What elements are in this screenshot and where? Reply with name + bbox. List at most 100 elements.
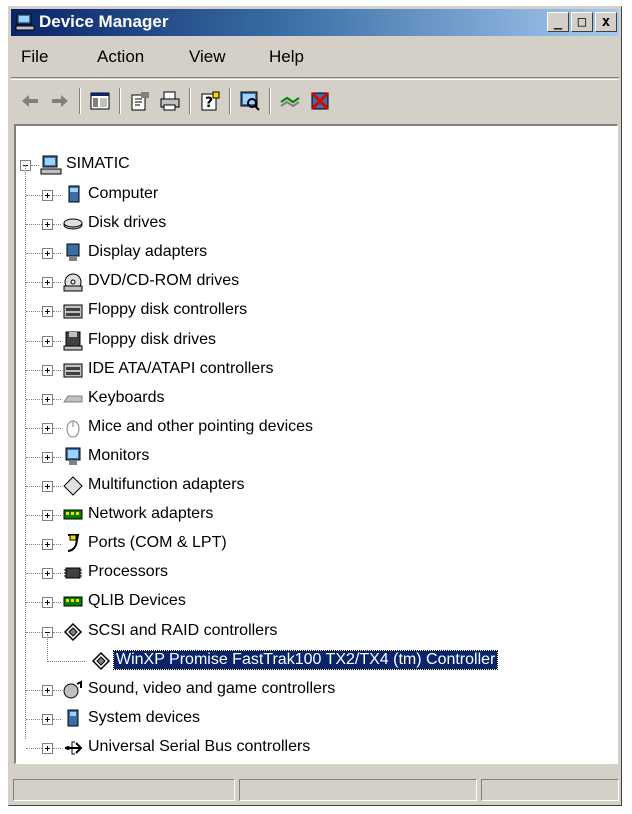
tree-connector [26, 195, 42, 197]
tree-connector [26, 718, 42, 721]
tree-connector [53, 282, 61, 284]
expand-expander[interactable] [42, 742, 53, 754]
maximize-button[interactable]: □ [571, 12, 593, 32]
scan-hardware-icon[interactable] [239, 90, 261, 112]
expand-expander[interactable] [42, 335, 53, 347]
close-button[interactable]: x [595, 12, 617, 32]
tree-category-row[interactable]: DVD/CD-ROM drives [16, 269, 616, 295]
tree-connector [26, 369, 42, 372]
menu-help[interactable]: Help [269, 47, 304, 67]
tree-connector [53, 398, 61, 401]
tree-connector [47, 660, 85, 663]
tree-category-label: Monitors [88, 446, 150, 464]
tree-connector [53, 340, 61, 343]
status-pane-1 [13, 779, 235, 801]
show-hide-console-tree-icon[interactable] [89, 90, 111, 112]
expand-expander[interactable] [42, 597, 53, 609]
properties-icon[interactable] [129, 90, 151, 112]
menu-action[interactable]: Action [97, 47, 144, 67]
tree-category-row[interactable]: Universal Serial Bus controllers [16, 735, 616, 761]
tree-category-row[interactable]: Network adapters [16, 502, 616, 528]
toolbar: ? [11, 79, 619, 122]
minimize-button[interactable]: _ [547, 12, 569, 32]
tree-connector [26, 456, 42, 459]
expand-expander[interactable] [42, 364, 53, 376]
tree-category-row[interactable]: System devices [16, 706, 616, 732]
expand-expander[interactable] [42, 510, 53, 522]
tree-category-row[interactable]: Processors [16, 560, 616, 586]
expand-expander[interactable] [42, 393, 53, 405]
port-icon [67, 534, 80, 553]
expand-expander[interactable] [42, 539, 53, 551]
tree-category-row[interactable]: Keyboards [16, 386, 616, 412]
tree-category-row[interactable]: Sound, video and game controllers [16, 677, 616, 703]
title-bar[interactable]: Device Manager _ □ x [11, 9, 619, 36]
tree-category-row[interactable]: Computer [16, 182, 616, 208]
tree-category-label: QLIB Devices [88, 592, 186, 610]
device-tree[interactable]: SIMATIC Computer Disk drives Display adapt… [14, 124, 618, 764]
tree-connector [26, 631, 42, 634]
display-adapter-icon [66, 243, 80, 262]
tree-connector [53, 253, 61, 255]
tree-category-row[interactable]: Ports (COM & LPT) [16, 531, 616, 557]
computer-root-icon [40, 155, 62, 175]
expand-expander[interactable] [42, 568, 53, 580]
expand-expander[interactable] [42, 713, 53, 725]
qlib-device-icon [63, 596, 83, 607]
expand-expander[interactable] [42, 422, 53, 434]
uninstall-icon[interactable] [309, 90, 331, 112]
cdrom-icon [63, 273, 83, 292]
print-icon[interactable] [159, 90, 181, 112]
forward-arrow-icon[interactable] [49, 90, 71, 112]
tree-category-label: Universal Serial Bus controllers [88, 737, 311, 755]
tree-connector [53, 573, 61, 575]
tree-connector [53, 544, 61, 546]
expand-expander[interactable] [42, 190, 53, 201]
expand-expander[interactable] [42, 481, 53, 492]
tree-category-row[interactable]: IDE ATA/ATAPI controllers [16, 357, 616, 383]
toolbar-separator [79, 88, 81, 114]
toolbar-separator [269, 88, 271, 114]
tree-category-row[interactable]: QLIB Devices [16, 589, 616, 615]
tree-category-row[interactable]: Display adapters [16, 240, 616, 266]
back-arrow-icon[interactable] [19, 90, 41, 112]
tree-device-row[interactable]: WinXP Promise FastTrak100 TX2/TX4 (tm) C… [16, 633, 616, 674]
tree-connector [26, 486, 42, 488]
tree-category-row[interactable]: Floppy disk drives [16, 328, 616, 354]
expand-expander[interactable] [42, 306, 53, 318]
device-manager-app-icon [15, 13, 35, 31]
tree-connector [26, 224, 42, 226]
tree-category-label: Floppy disk controllers [88, 301, 248, 319]
tree-connector [53, 631, 61, 634]
expand-expander[interactable] [42, 684, 53, 696]
menu-file[interactable]: File [21, 47, 48, 67]
tree-connector [53, 718, 61, 721]
tree-category-label: Disk drives [88, 214, 167, 232]
tree-category-row[interactable]: Monitors [16, 444, 616, 470]
tree-category-label: Network adapters [88, 505, 214, 523]
window-title: Device Manager [39, 12, 169, 31]
tree-root-row[interactable]: SIMATIC [16, 152, 616, 178]
tree-category-row[interactable]: Mice and other pointing devices [16, 415, 616, 441]
expand-expander[interactable] [42, 248, 53, 260]
processor-icon [64, 567, 82, 579]
tree-connector [53, 456, 61, 459]
tree-category-row[interactable]: Multifunction adapters [16, 473, 616, 499]
tree-connector [53, 747, 61, 750]
update-driver-icon[interactable] [279, 90, 301, 112]
keyboard-icon [63, 395, 83, 403]
tree-category-row[interactable]: Disk drives [16, 211, 616, 237]
help-icon[interactable]: ? [199, 90, 221, 112]
svg-text:?: ? [205, 95, 213, 111]
expand-expander[interactable] [42, 451, 53, 463]
tree-category-label: Multifunction adapters [88, 476, 245, 493]
ide-controller-icon [63, 363, 83, 378]
tree-category-row[interactable]: SCSI and RAID controllers [16, 619, 616, 645]
tree-category-row[interactable]: Floppy disk controllers [16, 298, 616, 324]
expand-expander[interactable] [42, 219, 53, 231]
menu-view[interactable]: View [189, 47, 226, 67]
tree-connector [53, 427, 61, 430]
tree-connector [53, 515, 61, 517]
tree-connector [26, 573, 42, 575]
expand-expander[interactable] [42, 277, 53, 289]
